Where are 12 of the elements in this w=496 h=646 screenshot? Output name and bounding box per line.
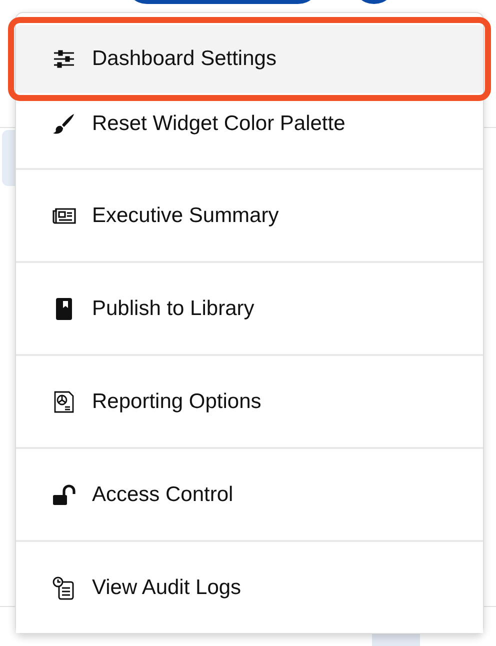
paintbrush-icon <box>52 112 76 136</box>
menu-item[interactable]: Dashboard Settings <box>16 25 483 93</box>
unlocked-padlock-icon <box>52 482 76 506</box>
menu-item[interactable]: Publish to Library <box>16 261 483 354</box>
menu-item[interactable]: Access Control <box>16 447 483 540</box>
menu-item[interactable]: Executive Summary <box>16 168 483 261</box>
menu-item[interactable]: Reporting Options <box>16 354 483 447</box>
sliders-icon <box>52 47 76 71</box>
menu-item[interactable]: View Audit Logs <box>16 540 483 633</box>
clock-document-icon <box>52 576 76 600</box>
report-icon <box>52 390 76 414</box>
menu-item[interactable]: Reset Widget Color Palette <box>16 93 483 168</box>
